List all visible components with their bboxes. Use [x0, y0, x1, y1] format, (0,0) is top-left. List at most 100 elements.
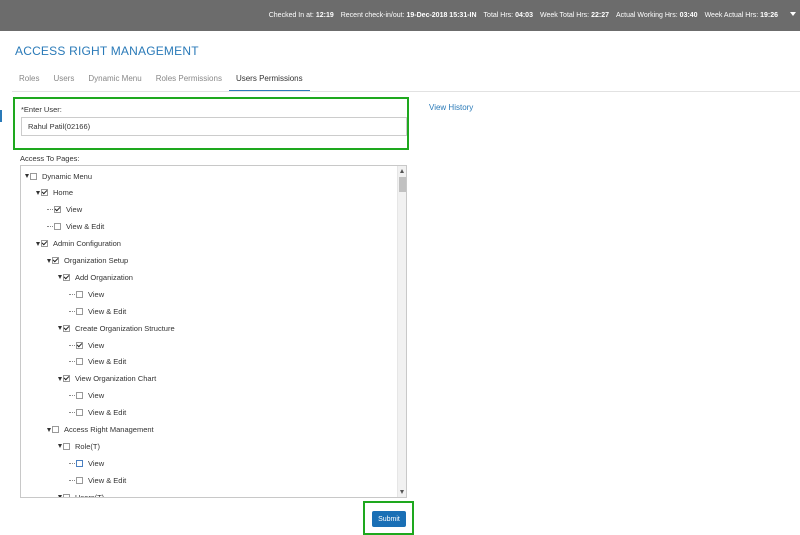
tree-node-label: View	[88, 391, 105, 401]
permission-checkbox[interactable]	[76, 307, 83, 315]
tab-roles[interactable]: Roles	[12, 70, 46, 92]
tree-node-label: Create Organization Structure	[75, 323, 175, 333]
stat-total-hrs: Total Hrs: 04:03	[483, 12, 533, 19]
tree-node: Add Organization	[58, 269, 133, 285]
tree-node-label: Home	[53, 188, 74, 198]
expand-toggle-icon[interactable]	[58, 444, 62, 449]
tree-connector	[69, 293, 75, 295]
expand-toggle-icon[interactable]	[58, 275, 62, 280]
tree-node-label: Admin Configuration	[53, 239, 121, 249]
tree-connector	[69, 479, 75, 481]
tree-node: View & Edit	[69, 303, 126, 319]
tree-node-label: Access Right Management	[64, 425, 154, 434]
permission-checkbox[interactable]	[54, 206, 61, 214]
chevron-down-icon[interactable]	[790, 12, 796, 16]
expand-toggle-icon[interactable]	[36, 190, 40, 195]
tree-node: View	[47, 202, 82, 218]
tab-bar: Roles Users Dynamic Menu Roles Permissio…	[12, 70, 310, 92]
permission-checkbox[interactable]	[76, 290, 83, 298]
permission-checkbox[interactable]	[63, 375, 70, 383]
stat-actual-working-hrs: Actual Working Hrs: 03:40	[615, 12, 698, 19]
stat-recent-check: Recent check-in/out: 19-Dec-2018 15:31-I…	[340, 12, 477, 19]
scroll-up-icon[interactable]	[400, 169, 404, 173]
expand-toggle-icon[interactable]	[47, 258, 51, 263]
view-history-link[interactable]: View History	[429, 103, 473, 112]
tree-node: View	[69, 337, 104, 353]
permission-checkbox[interactable]	[52, 257, 59, 264]
tree-node: Role(T)	[58, 438, 100, 454]
tree-connector	[47, 209, 53, 211]
tree-node-label: View & Edit	[88, 306, 127, 316]
permission-checkbox[interactable]	[76, 409, 83, 417]
tree-node: Create Organization Structure	[58, 320, 175, 336]
page-title: ACCESS RIGHT MANAGEMENT	[15, 44, 199, 58]
stat-week-total-hrs: Week Total Hrs: 22:27	[539, 12, 609, 19]
tree-connector	[47, 226, 53, 228]
tree-connector	[69, 361, 75, 363]
user-input[interactable]	[21, 117, 407, 136]
permission-checkbox[interactable]	[54, 223, 61, 231]
tree-node-label: View	[88, 458, 105, 468]
tree-scrollbar[interactable]	[397, 166, 406, 497]
tree-node-label: Organization Setup	[64, 256, 129, 265]
permission-checkbox[interactable]	[76, 459, 83, 467]
tree-connector	[69, 344, 75, 346]
tree-node: View Organization Chart	[58, 371, 156, 387]
tree-node: View & Edit	[69, 354, 126, 370]
expand-toggle-icon[interactable]	[47, 427, 51, 432]
permission-checkbox[interactable]	[76, 358, 83, 366]
tab-dynamic-menu[interactable]: Dynamic Menu	[81, 70, 148, 92]
tree-node: View & Edit	[69, 472, 126, 488]
permission-checkbox[interactable]	[52, 426, 59, 433]
tree-node: View	[69, 388, 104, 404]
tree-node: Users(T)	[58, 489, 105, 498]
tab-divider	[12, 91, 800, 92]
tab-users[interactable]: Users	[46, 70, 81, 92]
tree-node: View & Edit	[69, 405, 126, 421]
top-status-bar: Checked In at: 12:19 Recent check-in/out…	[0, 0, 800, 31]
tree-node-label: View & Edit	[66, 222, 105, 232]
stat-checked-in: Checked In at: 12:19	[268, 12, 334, 19]
left-edge-indicator	[0, 110, 2, 122]
tree-node-label: Add Organization	[75, 272, 133, 282]
permission-checkbox[interactable]	[30, 172, 37, 180]
tree-node: Access Right Management	[47, 422, 154, 438]
tree-connector	[69, 395, 75, 397]
expand-toggle-icon[interactable]	[36, 241, 40, 246]
tree-node: Dynamic Menu	[25, 168, 92, 184]
submit-highlight: Submit	[363, 501, 414, 535]
tree-node-label: View Organization Chart	[75, 374, 157, 384]
expand-toggle-icon[interactable]	[58, 326, 62, 331]
permission-checkbox[interactable]	[76, 392, 83, 400]
tree-node: View & Edit	[47, 219, 104, 235]
permission-checkbox[interactable]	[41, 240, 48, 248]
permission-checkbox[interactable]	[76, 476, 83, 484]
user-field-label: *Enter User:	[21, 105, 62, 114]
tree-node-label: Role(T)	[75, 441, 101, 451]
tree-node-label: View & Edit	[88, 357, 127, 367]
tab-users-permissions[interactable]: Users Permissions	[228, 70, 310, 92]
tree-connector	[69, 462, 75, 464]
permission-checkbox[interactable]	[63, 493, 70, 497]
tree-node-label: View & Edit	[88, 408, 127, 418]
permission-checkbox[interactable]	[41, 189, 48, 197]
permission-checkbox[interactable]	[63, 273, 70, 281]
scroll-down-icon[interactable]	[400, 490, 404, 494]
expand-toggle-icon[interactable]	[58, 376, 62, 381]
expand-toggle-icon[interactable]	[25, 174, 29, 178]
tree-connector	[69, 310, 75, 312]
scrollbar-thumb[interactable]	[399, 177, 406, 192]
access-pages-label: Access To Pages:	[20, 154, 80, 163]
tree-node: View	[69, 286, 104, 302]
permission-checkbox[interactable]	[76, 341, 83, 349]
tab-roles-permissions[interactable]: Roles Permissions	[149, 70, 229, 92]
permission-checkbox[interactable]	[63, 442, 70, 450]
tree-node: View	[69, 455, 104, 471]
tree-node: Organization Setup	[47, 253, 128, 269]
access-tree-panel[interactable]: Dynamic Menu Home View View & Edit Admin Con…	[20, 165, 407, 498]
stat-week-actual-hrs: Week Actual Hrs: 19:26	[704, 12, 778, 19]
permission-checkbox[interactable]	[63, 324, 70, 332]
tree-node-label: Users(T)	[75, 492, 105, 498]
submit-button[interactable]: Submit	[372, 511, 406, 527]
expand-toggle-icon[interactable]	[58, 495, 62, 497]
